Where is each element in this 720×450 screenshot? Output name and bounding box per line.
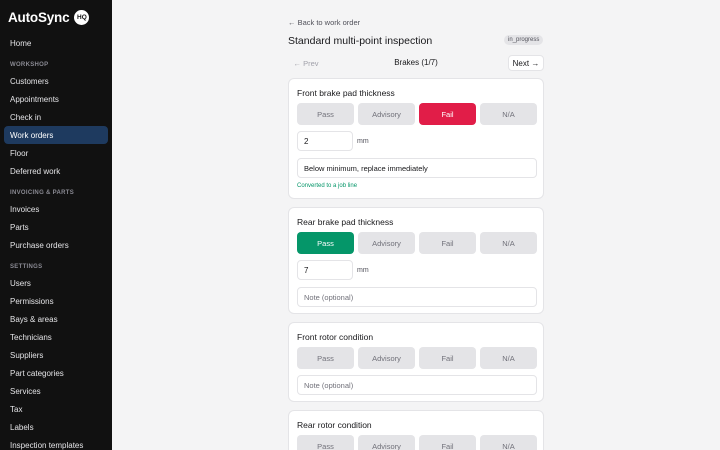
sidebar-item-work-orders[interactable]: Work orders — [4, 126, 108, 144]
pass-option-selected[interactable]: Pass — [297, 232, 354, 254]
sidebar-item-permissions[interactable]: Permissions — [4, 292, 108, 310]
sidebar-item-home[interactable]: Home — [4, 34, 108, 52]
na-option[interactable]: N/A — [480, 103, 537, 125]
advisory-option[interactable]: Advisory — [358, 103, 415, 125]
sidebar-item-tax[interactable]: Tax — [4, 400, 108, 418]
sidebar-item-technicians[interactable]: Technicians — [4, 328, 108, 346]
converted-status: Converted to a job line — [297, 183, 358, 189]
advisory-option[interactable]: Advisory — [358, 435, 415, 450]
pass-option[interactable]: Pass — [297, 103, 354, 125]
unit-label: mm — [357, 267, 369, 274]
sidebar-item-parts[interactable]: Parts — [4, 218, 108, 236]
result-options: Pass Advisory Fail N/A — [297, 103, 537, 125]
measurement-input[interactable]: 7 — [297, 260, 353, 280]
section-progress: Brakes (1/7) — [394, 58, 438, 67]
page-title: Standard multi-point inspection — [288, 35, 433, 47]
hq-badge-icon: HQ — [74, 9, 90, 25]
pass-option[interactable]: Pass — [297, 347, 354, 369]
sidebar-item-part-categories[interactable]: Part categories — [4, 364, 108, 382]
result-options: Pass Advisory Fail N/A — [297, 232, 537, 254]
pass-option[interactable]: Pass — [297, 435, 354, 450]
back-to-work-order-link[interactable]: ← Back to work order — [288, 18, 360, 27]
item-title: Rear rotor condition — [297, 420, 372, 430]
fail-option[interactable]: Fail — [419, 232, 476, 254]
inspection-item-front-brake-pad: Front brake pad thickness Pass Advisory … — [288, 78, 544, 199]
status-badge: in_progress — [504, 35, 544, 45]
fail-option[interactable]: Fail — [419, 435, 476, 450]
inspection-item-rear-rotor: Rear rotor condition Pass Advisory Fail … — [288, 410, 544, 450]
unit-label: mm — [357, 138, 369, 145]
sidebar-section-workshop: WORKSHOP — [10, 62, 49, 68]
fail-option[interactable]: Fail — [419, 347, 476, 369]
main-content: ← Back to work order Standard multi-poin… — [112, 0, 720, 450]
note-input[interactable]: Note (optional) — [297, 287, 537, 307]
advisory-option[interactable]: Advisory — [358, 232, 415, 254]
sidebar-item-users[interactable]: Users — [4, 274, 108, 292]
sidebar-item-check-in[interactable]: Check in — [4, 108, 108, 126]
sidebar-item-invoices[interactable]: Invoices — [4, 200, 108, 218]
fail-option-selected[interactable]: Fail — [419, 103, 476, 125]
result-options: Pass Advisory Fail N/A — [297, 347, 537, 369]
measurement-input[interactable]: 2 — [297, 131, 353, 151]
inspection-item-rear-brake-pad: Rear brake pad thickness Pass Advisory F… — [288, 207, 544, 314]
item-title: Rear brake pad thickness — [297, 217, 394, 227]
advisory-option[interactable]: Advisory — [358, 347, 415, 369]
sidebar-item-labels[interactable]: Labels — [4, 418, 108, 436]
sidebar-item-floor[interactable]: Floor — [4, 144, 108, 162]
brand[interactable]: AutoSync HQ — [8, 8, 90, 26]
sidebar-item-customers[interactable]: Customers — [4, 72, 108, 90]
na-option[interactable]: N/A — [480, 435, 537, 450]
sidebar-item-suppliers[interactable]: Suppliers — [4, 346, 108, 364]
sidebar-item-bays-areas[interactable]: Bays & areas — [4, 310, 108, 328]
sidebar: AutoSync HQ Home WORKSHOP Customers Appo… — [0, 0, 112, 450]
note-input[interactable]: Below minimum, replace immediately — [297, 158, 537, 178]
sidebar-item-deferred-work[interactable]: Deferred work — [4, 162, 108, 180]
next-button[interactable]: Next → — [508, 55, 544, 71]
na-option[interactable]: N/A — [480, 347, 537, 369]
sidebar-item-purchase-orders[interactable]: Purchase orders — [4, 236, 108, 254]
sidebar-item-appointments[interactable]: Appointments — [4, 90, 108, 108]
note-input[interactable]: Note (optional) — [297, 375, 537, 395]
na-option[interactable]: N/A — [480, 232, 537, 254]
app-name: AutoSync — [8, 9, 70, 25]
sidebar-section-settings: SETTINGS — [10, 264, 43, 270]
sidebar-item-inspection-templates[interactable]: Inspection templates — [4, 436, 108, 450]
item-title: Front rotor condition — [297, 332, 374, 342]
item-title: Front brake pad thickness — [297, 88, 395, 98]
sidebar-item-services[interactable]: Services — [4, 382, 108, 400]
sidebar-section-invoicing: INVOICING & PARTS — [10, 190, 74, 196]
prev-button[interactable]: ← Prev — [288, 55, 324, 71]
inspection-item-front-rotor: Front rotor condition Pass Advisory Fail… — [288, 322, 544, 402]
result-options: Pass Advisory Fail N/A — [297, 435, 537, 450]
